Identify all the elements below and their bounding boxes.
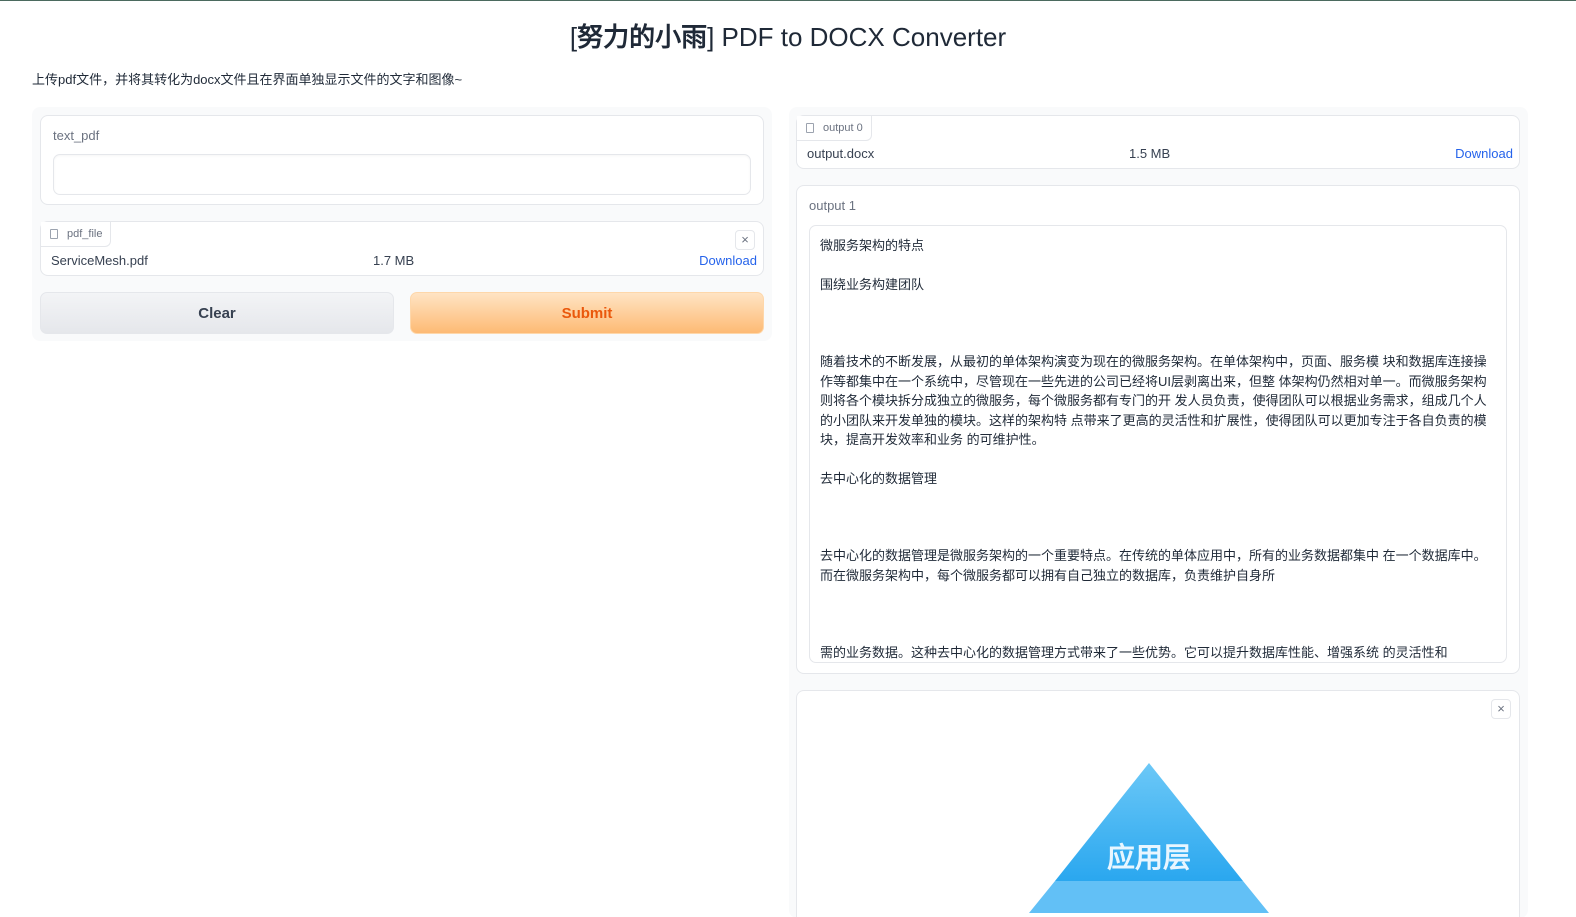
submit-button[interactable]: Submit (410, 292, 764, 334)
output-file-name: output.docx (807, 146, 875, 161)
text-paragraph: 随着技术的不断发展，从最初的单体架构演变为现在的微服务架构。在单体架构中，页面、… (820, 354, 1487, 447)
input-panel: text_pdf pdf_file × ServiceMesh.pdf 1.7 … (32, 107, 772, 341)
clear-button[interactable]: Clear (40, 292, 394, 334)
remove-file-button[interactable]: × (735, 230, 755, 250)
output-0-label: output 0 (797, 116, 872, 141)
output-2-image: × 应用层 (796, 690, 1520, 917)
file-download-link[interactable]: Download (699, 253, 757, 268)
file-icon (806, 123, 814, 133)
text-pdf-field: text_pdf (40, 115, 764, 205)
output-panel: output 0 output.docx 1.5 MB Download out… (789, 107, 1528, 917)
text-paragraph: 微服务架构的特点 (820, 238, 925, 253)
output-1-textarea[interactable]: 微服务架构的特点 围绕业务构建团队 随着技术的不断发展，从最初的单体架构演变为现… (809, 225, 1507, 663)
output-1-text: output 1 微服务架构的特点 围绕业务构建团队 随着技术的不断发展，从最初… (796, 185, 1520, 674)
text-paragraph: 需的业务数据。这种去中心化的数据管理方式带来了一些优势。它可以提升数据库性能、增… (820, 645, 1448, 660)
output-1-label: output 1 (809, 198, 856, 213)
pyramid-second-layer (1029, 881, 1269, 913)
text-paragraph: 去中心化的数据管理是微服务架构的一个重要特点。在传统的单体应用中，所有的业务数据… (820, 548, 1487, 583)
text-pdf-input[interactable] (53, 154, 751, 195)
page-description: 上传pdf文件，并将其转化为docx文件且在界面单独显示文件的文字和图像~ (32, 72, 463, 87)
file-size: 1.7 MB (373, 253, 415, 268)
pdf-file-label: pdf_file (41, 222, 112, 247)
output-download-link[interactable]: Download (1455, 146, 1513, 161)
file-name: ServiceMesh.pdf (51, 253, 148, 268)
file-icon (50, 229, 58, 239)
pyramid-image: 应用层 (1029, 763, 1269, 913)
text-pdf-label: text_pdf (53, 128, 100, 143)
pdf-file-upload: pdf_file × ServiceMesh.pdf 1.7 MB Downlo… (40, 221, 764, 276)
pyramid-label: 应用层 (1107, 841, 1191, 874)
text-paragraph: 围绕业务构建团队 (820, 276, 925, 292)
text-paragraph: 去中心化的数据管理 (820, 470, 938, 486)
output-file-size: 1.5 MB (1129, 146, 1171, 161)
page-title: [努力的小雨] PDF to DOCX Converter (569, 22, 1007, 52)
output-0-file: output 0 output.docx 1.5 MB Download (796, 115, 1520, 169)
